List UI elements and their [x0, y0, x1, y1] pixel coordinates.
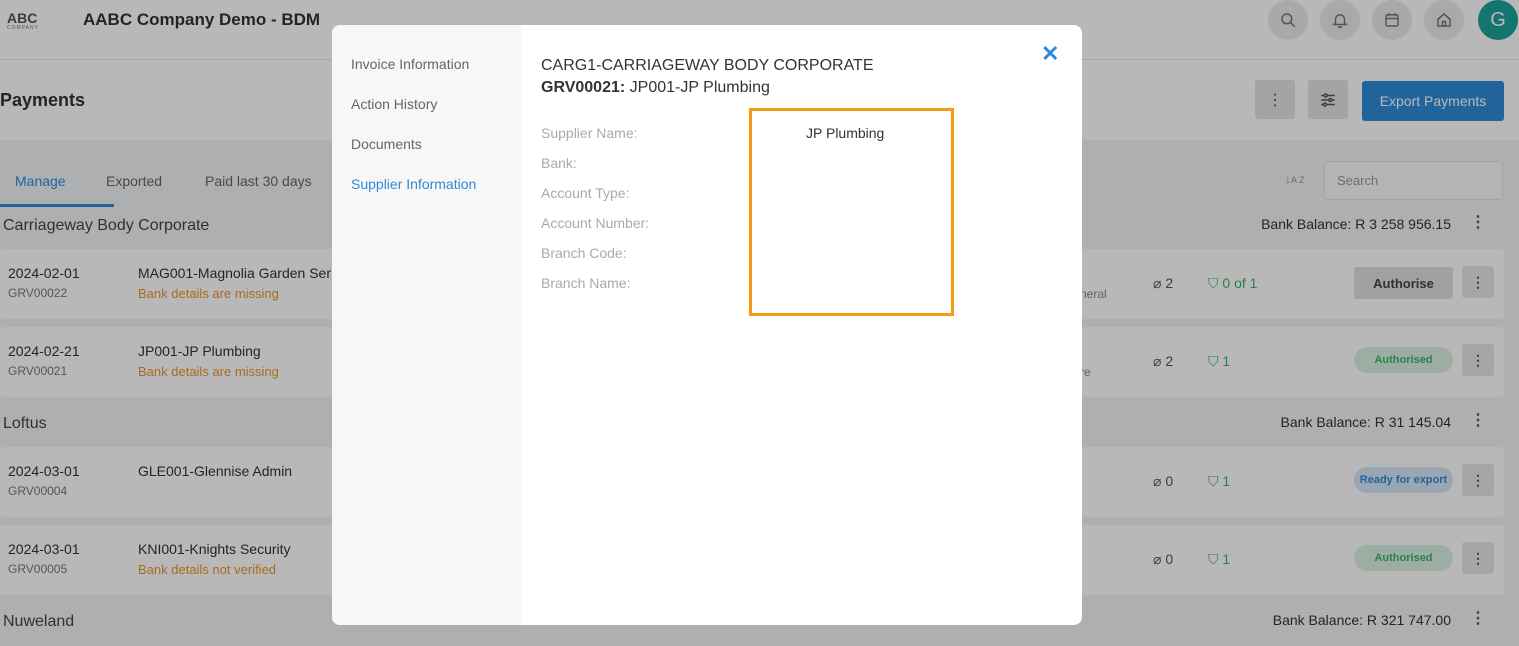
invoice-reference: GRV00021: — [541, 79, 626, 96]
nav-supplier-information[interactable]: Supplier Information — [351, 176, 476, 192]
nav-documents[interactable]: Documents — [351, 136, 422, 152]
modal-subtitle: GRV00021: JP001-JP Plumbing — [541, 79, 770, 97]
supplier-info-modal: Invoice Information Action History Docum… — [332, 25, 1082, 625]
supplier-code-name: JP001-JP Plumbing — [629, 79, 770, 96]
highlight-box — [749, 108, 954, 316]
field-label-branch-name: Branch Name: — [541, 275, 631, 291]
modal-title: CARG1-CARRIAGEWAY BODY CORPORATE — [541, 57, 874, 74]
field-label-account-number: Account Number: — [541, 215, 650, 231]
nav-action-history[interactable]: Action History — [351, 96, 437, 112]
field-label-account-type: Account Type: — [541, 185, 630, 201]
close-icon[interactable]: ✕ — [1041, 41, 1059, 67]
field-label-branch-code: Branch Code: — [541, 245, 627, 261]
modal-sidebar: Invoice Information Action History Docum… — [332, 25, 522, 625]
field-label-bank: Bank: — [541, 155, 577, 171]
field-label-supplier-name: Supplier Name: — [541, 125, 638, 141]
nav-invoice-information[interactable]: Invoice Information — [351, 56, 469, 72]
